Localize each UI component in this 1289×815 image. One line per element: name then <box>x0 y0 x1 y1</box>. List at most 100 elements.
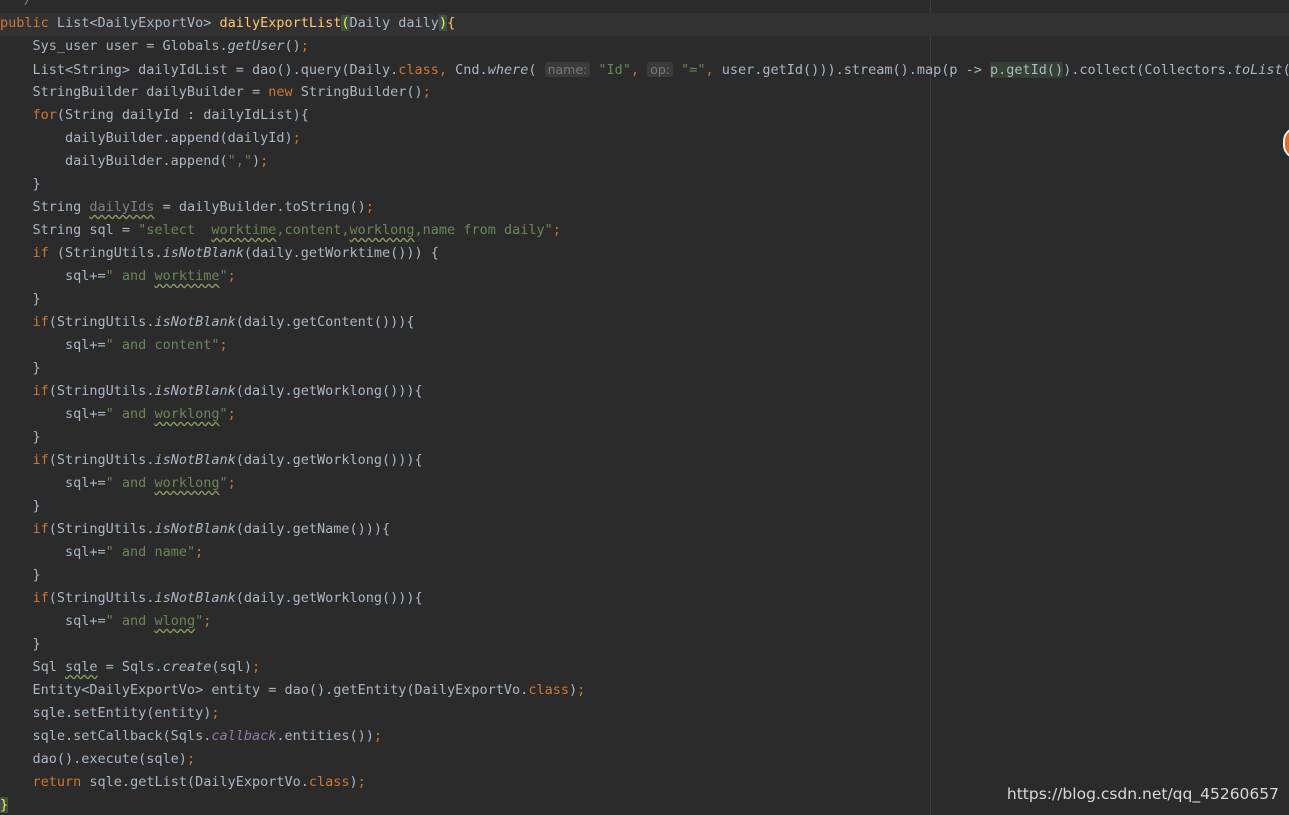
code-token: isNotBlank <box>154 521 236 537</box>
code-line[interactable]: List<String> dailyIdList = dao().query(D… <box>0 58 1289 81</box>
code-token: } <box>0 567 41 583</box>
code-line[interactable]: Sql sqle = Sqls.create(sql); <box>0 656 1289 679</box>
code-token: Cnd. <box>455 62 488 78</box>
code-token: } <box>0 429 41 445</box>
code-token: worktime <box>211 222 277 238</box>
code-token: "select <box>138 222 212 238</box>
watermark: https://blog.csdn.net/qq_45260657 <box>1006 785 1279 803</box>
code-token: (StringUtils. <box>48 245 163 261</box>
code-token: = dailyBuilder.toString() <box>154 199 366 215</box>
code-token: ; <box>219 337 228 353</box>
code-line[interactable]: } <box>0 495 1289 518</box>
code-line[interactable]: } <box>0 633 1289 656</box>
code-line[interactable]: Entity<DailyExportVo> entity = dao().get… <box>0 679 1289 702</box>
code-token: ; <box>227 406 236 422</box>
code-token: isNotBlank <box>154 314 236 330</box>
code-token: (daily.getWorktime())) { <box>243 245 439 261</box>
code-line[interactable]: String sql = "select worktime,content,wo… <box>0 219 1289 242</box>
code-token: public <box>0 15 49 31</box>
code-line[interactable]: } <box>0 173 1289 196</box>
code-token: (sql) <box>211 659 252 675</box>
code-token: List<String> dailyIdList = dao().query(D… <box>0 62 399 78</box>
code-token: String <box>0 199 90 215</box>
code-token: ; <box>357 774 366 790</box>
code-token: getUser <box>227 38 285 54</box>
code-token: (daily.getWorklong())){ <box>235 452 423 468</box>
code-token: } <box>0 498 41 514</box>
code-area[interactable]: **/ public List<DailyExportVo> dailyExpor… <box>0 0 1289 815</box>
code-token: ; <box>195 544 204 560</box>
code-token: ; <box>365 199 374 215</box>
code-token: if <box>32 314 49 330</box>
code-token: " <box>219 406 228 422</box>
code-line[interactable]: dailyBuilder.append(","); <box>0 150 1289 173</box>
code-token: Entity<DailyExportVo> entity = dao().get… <box>0 682 529 698</box>
code-line[interactable]: public List<DailyExportVo> dailyExportLi… <box>0 12 1289 35</box>
code-line[interactable]: sql+=" and worktime"; <box>0 265 1289 288</box>
code-token: isNotBlank <box>154 383 236 399</box>
code-line[interactable]: for(String dailyId : dailyIdList){ <box>0 104 1289 127</box>
code-editor[interactable]: **/ public List<DailyExportVo> dailyExpor… <box>0 0 1289 815</box>
code-token: " <box>219 475 228 491</box>
code-token: sql+= <box>0 475 106 491</box>
code-line[interactable]: dailyBuilder.append(dailyId); <box>0 127 1289 150</box>
code-token: isNotBlank <box>154 590 236 606</box>
code-token: sql+= <box>0 544 106 560</box>
code-token: ()) <box>1283 62 1289 78</box>
code-token: sqle <box>65 659 98 675</box>
code-token: class <box>528 682 569 698</box>
code-token: (StringUtils. <box>48 521 155 537</box>
code-line[interactable]: sql+=" and worklong"; <box>0 472 1289 495</box>
code-line[interactable]: if(StringUtils.isNotBlank(daily.getWorkl… <box>0 587 1289 610</box>
code-token: " <box>219 268 228 284</box>
code-line[interactable]: sql+=" and worklong"; <box>0 403 1289 426</box>
code-token: sql+= <box>0 268 106 284</box>
code-line[interactable]: sql+=" and content"; <box>0 334 1289 357</box>
code-line[interactable]: if(StringUtils.isNotBlank(daily.getWorkl… <box>0 449 1289 472</box>
code-token: ) <box>438 15 448 31</box>
code-token: " and name" <box>105 544 196 560</box>
code-line[interactable]: Sys_user user = Globals.getUser(); <box>0 35 1289 58</box>
code-line[interactable]: } <box>0 357 1289 380</box>
code-token: ,name from daily" <box>414 222 553 238</box>
code-token: sqle.setCallback(Sqls. <box>0 728 212 744</box>
code-token: (daily.getWorklong())){ <box>235 383 423 399</box>
code-line[interactable]: String dailyIds = dailyBuilder.toString(… <box>0 196 1289 219</box>
code-token: isNotBlank <box>162 245 244 261</box>
code-token: worklong <box>154 475 220 491</box>
code-line[interactable]: if(StringUtils.isNotBlank(daily.getConte… <box>0 311 1289 334</box>
code-token: ) <box>568 682 578 698</box>
parameter-hint: name: <box>544 62 591 77</box>
code-token: dailyBuilder.append(dailyId) <box>0 130 293 146</box>
code-line[interactable]: if(StringUtils.isNotBlank(daily.getWorkl… <box>0 380 1289 403</box>
code-token: worktime <box>154 268 220 284</box>
code-line[interactable]: sql+=" and name"; <box>0 541 1289 564</box>
code-line[interactable]: StringBuilder dailyBuilder = new StringB… <box>0 81 1289 104</box>
code-token: } <box>0 636 41 652</box>
code-token: callback <box>211 728 277 744</box>
code-token: .entities()) <box>276 728 374 744</box>
code-token: create <box>162 659 212 675</box>
code-line[interactable]: sql+=" and wlong"; <box>0 610 1289 633</box>
code-line[interactable]: sqle.setCallback(Sqls.callback.entities(… <box>0 725 1289 748</box>
code-line[interactable]: } <box>0 426 1289 449</box>
code-line[interactable]: } <box>0 288 1289 311</box>
code-line[interactable]: if (StringUtils.isNotBlank(daily.getWork… <box>0 242 1289 265</box>
code-line[interactable]: sqle.setEntity(entity); <box>0 702 1289 725</box>
code-token: " <box>195 613 204 629</box>
code-token: "," <box>227 153 252 169</box>
code-line[interactable]: dao().execute(sqle); <box>0 748 1289 771</box>
code-token: (daily.getContent())){ <box>235 314 415 330</box>
code-line[interactable]: if(StringUtils.isNotBlank(daily.getName(… <box>0 518 1289 541</box>
code-line[interactable]: } <box>0 564 1289 587</box>
code-token: } <box>0 797 9 813</box>
code-token: } <box>0 360 41 376</box>
code-token: { <box>447 15 456 31</box>
code-line[interactable]: **/ <box>0 0 1289 12</box>
